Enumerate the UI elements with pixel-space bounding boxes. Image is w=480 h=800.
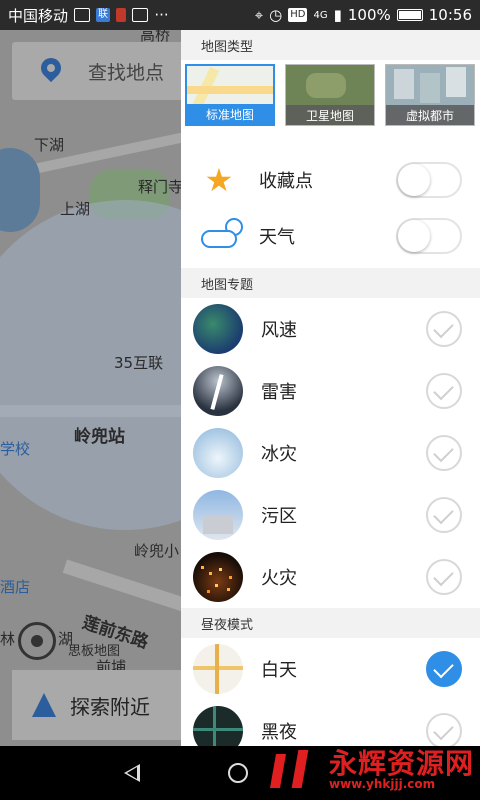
day-map-icon xyxy=(193,644,243,694)
map-label: 学校 xyxy=(0,440,31,458)
carrier-label: 中国移动 xyxy=(8,6,69,25)
map-type-standard[interactable]: 标准地图 xyxy=(185,64,275,126)
star-icon: ★ xyxy=(204,161,234,199)
clock: 10:56 xyxy=(428,6,472,24)
daynight-label: 黑夜 xyxy=(261,722,297,743)
pollution-icon xyxy=(193,490,243,540)
theme-row-ice[interactable]: 冰灾 xyxy=(181,422,480,484)
favorites-toggle[interactable] xyxy=(396,162,462,198)
layer-label: 天气 xyxy=(259,227,295,248)
ice-icon xyxy=(193,428,243,478)
theme-row-wind[interactable]: 风速 xyxy=(181,298,480,360)
thunder-checkbox[interactable] xyxy=(426,373,462,409)
location-icon: ⌖ xyxy=(254,6,264,24)
hd-icon: HD xyxy=(288,8,308,22)
wind-icon xyxy=(193,304,243,354)
map-type-list: 标准地图 卫星地图 虚拟都市 xyxy=(181,60,480,152)
theme-label: 火灾 xyxy=(261,568,297,589)
network-type: 4G xyxy=(313,9,328,21)
fire-checkbox[interactable] xyxy=(426,559,462,595)
night-map-icon xyxy=(193,706,243,746)
signal-icon: ▮ xyxy=(333,6,342,24)
theme-row-fire[interactable]: 火灾 xyxy=(181,546,480,608)
weather-icon xyxy=(199,216,247,256)
layer-label: 收藏点 xyxy=(259,171,313,192)
watermark: 永辉资源网 www.yhkjjj.com xyxy=(269,748,474,792)
explore-nearby-label: 探索附近 xyxy=(70,694,150,719)
layer-drawer: 地图类型 标准地图 卫星地图 虚拟都市 ★ 收藏点 天气 地图专题 风速 雷害 xyxy=(181,30,480,746)
lightning-icon xyxy=(193,366,243,416)
weibo-icon xyxy=(116,8,127,22)
map-lake xyxy=(0,148,40,232)
more-notifications-icon: ··· xyxy=(154,6,169,24)
battery-icon xyxy=(396,9,423,21)
watermark-url: www.yhkjjj.com xyxy=(328,777,436,791)
search-placeholder: 查找地点 xyxy=(88,61,165,84)
theme-row-thunder[interactable]: 雷害 xyxy=(181,360,480,422)
map-label: 释门寺 xyxy=(138,178,184,196)
battery-percent: 100% xyxy=(347,6,391,24)
weather-toggle[interactable] xyxy=(396,218,462,254)
theme-row-pollution[interactable]: 污区 xyxy=(181,484,480,546)
map-label: 酒店 xyxy=(0,578,31,596)
map-label: 岭兜站 xyxy=(74,427,125,447)
night-checkbox[interactable] xyxy=(426,713,462,746)
notification-badge: 联 xyxy=(96,8,111,22)
home-icon[interactable] xyxy=(228,763,248,783)
map-type-label: 虚拟都市 xyxy=(386,105,474,125)
health-icon xyxy=(74,8,91,22)
layer-row-weather: 天气 xyxy=(181,208,480,264)
section-header-day-night: 昼夜模式 xyxy=(181,608,480,638)
layer-row-favorites: ★ 收藏点 xyxy=(181,152,480,208)
explore-nearby-button[interactable]: 探索附近 xyxy=(12,670,182,740)
locate-me-button[interactable] xyxy=(18,622,56,660)
section-header-map-theme: 地图专题 xyxy=(181,268,480,298)
pollution-checkbox[interactable] xyxy=(426,497,462,533)
day-checkbox[interactable] xyxy=(426,651,462,687)
back-icon[interactable] xyxy=(124,764,140,782)
map-label: 林 xyxy=(0,630,16,648)
map-type-virtual-city[interactable]: 虚拟都市 xyxy=(385,64,475,126)
map-label: 湖 xyxy=(58,630,74,648)
map-label: 下湖 xyxy=(34,136,65,154)
map-type-satellite[interactable]: 卫星地图 xyxy=(285,64,375,126)
theme-label: 冰灾 xyxy=(261,444,297,465)
map-type-label: 卫星地图 xyxy=(286,105,374,125)
map-label: 岭兜小 xyxy=(134,542,180,560)
theme-label: 雷害 xyxy=(261,382,297,403)
fire-icon xyxy=(193,552,243,602)
watermark-logo-icon xyxy=(269,748,325,792)
wind-checkbox[interactable] xyxy=(426,311,462,347)
daynight-row-night[interactable]: 黑夜 xyxy=(181,700,480,746)
watermark-text: 永辉资源网 xyxy=(328,747,474,780)
alarm-icon: ◷ xyxy=(269,6,283,24)
section-header-map-type: 地图类型 xyxy=(181,30,480,60)
location-pin-icon xyxy=(40,58,62,84)
ice-checkbox[interactable] xyxy=(426,435,462,471)
theme-label: 污区 xyxy=(261,506,297,527)
status-bar: 中国移动 联 ··· ⌖ ◷ HD 4G ▮ 100% 10:56 xyxy=(0,0,480,30)
map-label: 35互联 xyxy=(114,354,164,372)
daynight-label: 白天 xyxy=(261,660,297,681)
mail-icon xyxy=(132,8,149,22)
navigation-arrow-icon xyxy=(32,693,56,717)
map-label: 上湖 xyxy=(60,200,91,218)
daynight-row-day[interactable]: 白天 xyxy=(181,638,480,700)
map-type-label: 标准地图 xyxy=(187,104,273,124)
theme-label: 风速 xyxy=(261,320,297,341)
